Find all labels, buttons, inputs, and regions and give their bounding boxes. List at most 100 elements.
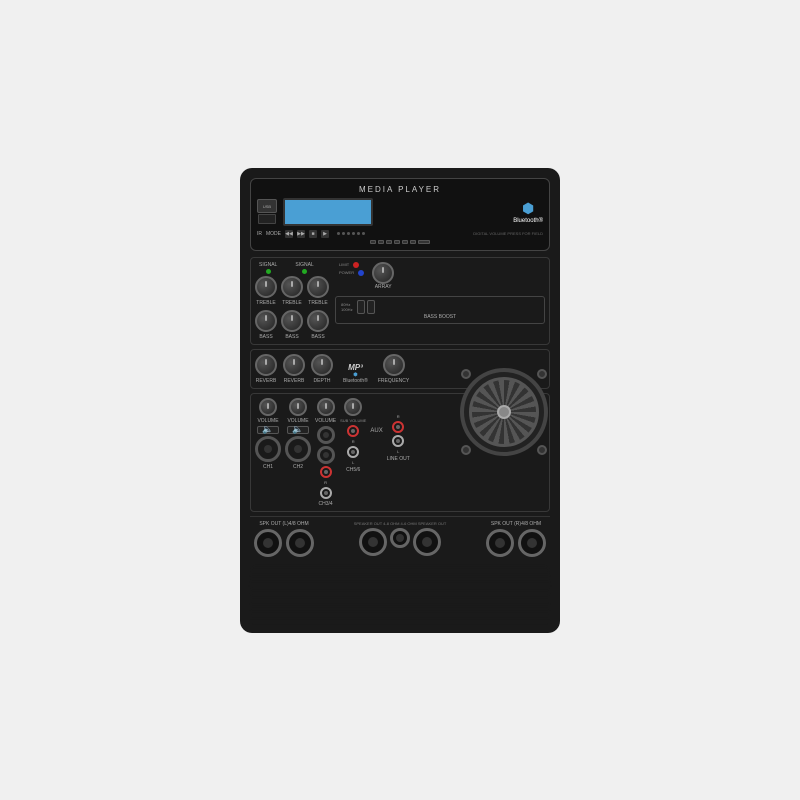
digital-vol-label: DIGITAL VOLUME PRESS FOR FIELD <box>473 231 543 236</box>
r-label-2: R <box>352 439 355 444</box>
rca-white-l[interactable] <box>320 487 332 499</box>
vol-knob-ch56[interactable] <box>344 398 362 416</box>
speaker-out-label: SPEAKER OUT 4-8 OHM 4-6 OHM SPEAKER OUT <box>354 521 447 526</box>
usb-label: USB <box>263 204 271 209</box>
lineout-rca-l[interactable] <box>392 435 404 447</box>
screw-tr <box>537 369 547 379</box>
treble-knob-1[interactable] <box>255 276 277 298</box>
bluetooth-label: Bluetooth® <box>513 218 543 224</box>
preset-row <box>257 240 543 244</box>
center-jack-1[interactable] <box>359 528 387 556</box>
channel-strip-3: TREBLE <box>307 276 329 306</box>
ch2-label: CH2 <box>293 464 303 470</box>
frequency-strip: FREQUENCY <box>378 354 409 384</box>
ch34-jack-2[interactable] <box>317 446 335 464</box>
card-slot[interactable] <box>258 214 276 224</box>
fan-hub <box>497 405 511 419</box>
limit-led <box>353 262 359 268</box>
bluetooth-icon: ⬢ <box>513 200 543 217</box>
spk-r-jacks <box>486 529 546 557</box>
reverb-knob-2[interactable] <box>283 354 305 376</box>
boost-switch-1[interactable] <box>357 300 365 314</box>
lineout-block: R L LINE OUT <box>387 398 410 462</box>
signal-led-2 <box>302 269 307 274</box>
right-controls: LIMIT POWER ARRAY <box>335 262 545 340</box>
spk-l-jack-2[interactable] <box>286 529 314 557</box>
ch56-block: SUB VOLUME R L CH5/6 <box>340 398 366 473</box>
prev-btn[interactable]: ◀◀ <box>285 230 293 238</box>
reverb-strip-2: REVERB <box>283 354 305 384</box>
channel-strip-1: TREBLE <box>255 276 277 306</box>
depth-strip: DEPTH <box>311 354 333 384</box>
main-panel: MEDIA PLAYER USB ⬢ Bluetooth® IR MODE ◀◀… <box>240 168 560 633</box>
ch1-block: VOLUME 🔈 CH1 <box>255 398 281 470</box>
limit-power-array: LIMIT POWER ARRAY <box>335 262 545 290</box>
bass-strip-2: BASS <box>281 310 303 340</box>
boost-switch-2[interactable] <box>367 300 375 314</box>
spk-l-jack-1[interactable] <box>254 529 282 557</box>
r-lineout-label: R <box>397 414 400 419</box>
usb-slot[interactable]: USB <box>257 199 277 213</box>
fan-container <box>460 368 550 458</box>
play-btn[interactable]: ▶ <box>321 230 329 238</box>
speaker-out-center-block: SPEAKER OUT 4-8 OHM 4-6 OHM SPEAKER OUT <box>320 521 480 557</box>
vol-label-ch34: VOLUME <box>315 418 336 424</box>
lineout-rca: R L <box>392 414 404 454</box>
array-label: ARRAY <box>375 284 392 290</box>
rca-red-r2[interactable] <box>347 425 359 437</box>
bass-knob-3[interactable] <box>307 310 329 332</box>
center-jack-3[interactable] <box>413 528 441 556</box>
bass-knob-2[interactable] <box>281 310 303 332</box>
spk-out-l-block: SPK OUT (L)4/8 OHM <box>254 521 314 557</box>
reverb-label-2: REVERB <box>284 378 305 384</box>
center-jack-2[interactable] <box>390 528 410 548</box>
rca-red-r[interactable] <box>320 466 332 478</box>
ch34-jack-1[interactable] <box>317 426 335 444</box>
signal-led-1 <box>266 269 271 274</box>
bass-label-2: BASS <box>285 334 298 340</box>
depth-knob[interactable] <box>311 354 333 376</box>
screw-br <box>537 445 547 455</box>
bass-label-1: BASS <box>259 334 272 340</box>
eq-channels: SIGNAL SIGNAL TREBLE <box>255 262 329 340</box>
aux-label: AUX <box>370 428 382 434</box>
reverb-knob-1[interactable] <box>255 354 277 376</box>
array-knob[interactable] <box>372 262 394 284</box>
vol-knob-ch34[interactable] <box>317 398 335 416</box>
spk-r-jack-2[interactable] <box>518 529 546 557</box>
ch34-jacks <box>317 426 335 464</box>
limit-text: LIMIT <box>339 262 349 267</box>
lineout-rca-r[interactable] <box>392 421 404 433</box>
reverb-label-1: REVERB <box>256 378 277 384</box>
treble-row: TREBLE TREBLE TREBLE <box>255 276 329 306</box>
bass-boost-switches <box>357 300 375 314</box>
lcd-display <box>283 198 373 226</box>
ch34-rca: R <box>320 466 332 499</box>
ch1-jack[interactable] <box>255 436 281 462</box>
rca-white-l2[interactable] <box>347 446 359 458</box>
mode-label: MODE <box>266 231 281 237</box>
frequency-label: FREQUENCY <box>378 378 409 384</box>
ch2-jack[interactable] <box>285 436 311 462</box>
reflection <box>250 563 550 623</box>
freq2-label: 100Hz <box>341 307 353 312</box>
treble-knob-3[interactable] <box>307 276 329 298</box>
bass-label-3: BASS <box>311 334 324 340</box>
mp3-label: MP³ <box>348 363 363 372</box>
treble-label-3: TREBLE <box>308 300 327 306</box>
spk-r-jack-1[interactable] <box>486 529 514 557</box>
stop-btn[interactable]: ■ <box>309 230 317 238</box>
media-player-section: MEDIA PLAYER USB ⬢ Bluetooth® IR MODE ◀◀… <box>250 178 550 251</box>
spk-out-section: SPK OUT (L)4/8 OHM SPEAKER OUT 4-8 OHM 4… <box>250 516 550 561</box>
frequency-knob[interactable] <box>383 354 405 376</box>
mode-dots <box>337 232 365 235</box>
freq-labels: 80Hz 100Hz <box>341 302 353 312</box>
treble-knob-2[interactable] <box>281 276 303 298</box>
vol-knob-ch1[interactable] <box>259 398 277 416</box>
ch34-label: CH3/4 <box>318 501 332 507</box>
next-btn[interactable]: ▶▶ <box>297 230 305 238</box>
vol-knob-ch2[interactable] <box>289 398 307 416</box>
signal-label-2: SIGNAL <box>295 262 313 268</box>
power-led <box>358 270 364 276</box>
bass-knob-1[interactable] <box>255 310 277 332</box>
